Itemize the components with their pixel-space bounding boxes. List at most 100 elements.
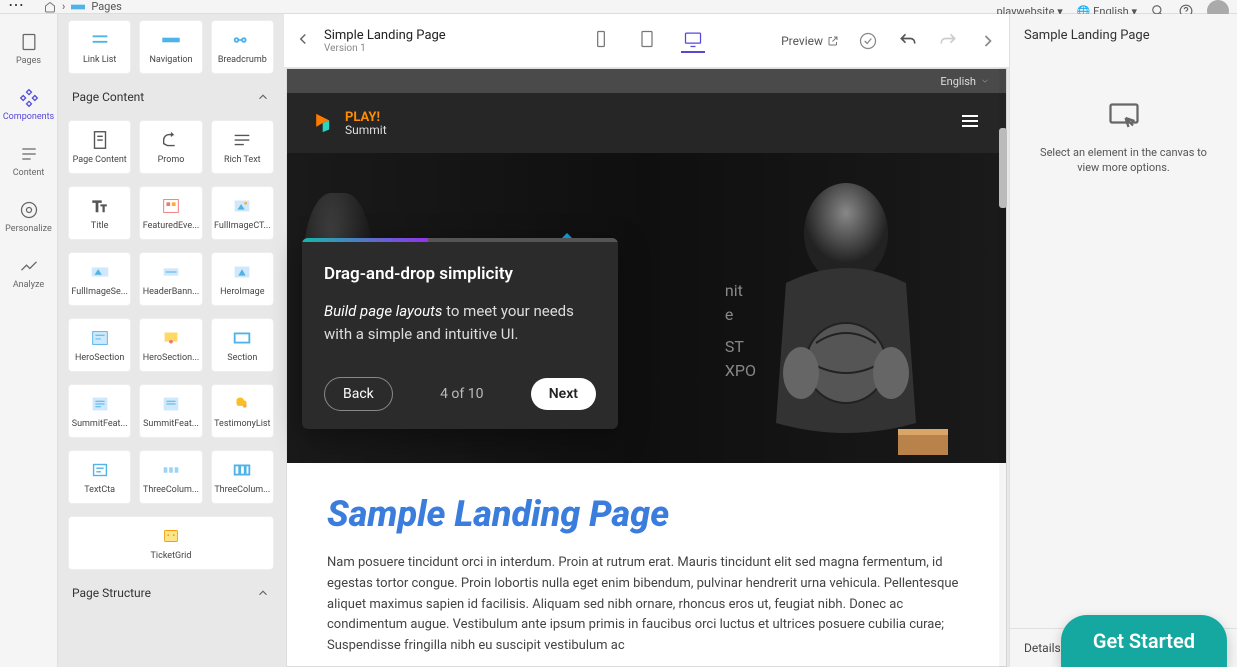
component-card[interactable]: FullImageCT... [211,186,274,240]
components-panel: Link List Navigation Breadcrumb Page Con… [58,14,284,667]
redo-button [937,30,959,52]
get-started-button[interactable]: Get Started [1061,615,1227,667]
component-icon [231,261,253,283]
component-label: Section [214,353,271,363]
component-label: HeroImage [214,287,271,297]
rail-pages[interactable]: Pages [0,32,57,66]
hero-box-icon [890,419,970,459]
component-label: ThreeColum... [214,485,271,495]
site-header: PLAY! Summit [287,93,1006,153]
body-paragraph: Nam posuere tincidunt orci in interdum. … [327,553,966,657]
canvas-scrollbar[interactable] [999,68,1007,667]
component-icon [231,393,253,415]
forward-nav-button[interactable] [977,30,999,52]
component-card[interactable]: Promo [139,120,202,174]
component-icon [89,327,111,349]
component-card[interactable]: TestimonyList [211,384,274,438]
component-card[interactable]: Rich Text [211,120,274,174]
tour-step-indicator: 4 of 10 [440,386,483,402]
rail-content[interactable]: Content [0,144,57,178]
component-label: SummitFeat... [142,419,199,429]
device-tablet[interactable] [635,29,659,53]
component-label: HeroSection... [142,353,199,363]
component-card[interactable]: SummitFeat... [68,384,131,438]
tour-progress [302,238,618,242]
component-icon [231,129,253,151]
component-card[interactable]: ThreeColum... [139,450,202,504]
component-icon [231,327,253,349]
body-heading: Sample Landing Page [327,493,966,535]
hero-athlete-image [716,163,976,453]
site-language-bar[interactable]: English [287,69,1006,93]
inspector-title: Sample Landing Page [1010,14,1237,57]
component-card[interactable]: HeroSection... [139,318,202,372]
component-label: ThreeColum... [142,485,199,495]
component-label: Rich Text [214,155,271,165]
component-card[interactable]: ThreeColum... [211,450,274,504]
page-title: Simple Landing Page [324,28,446,43]
breadcrumb[interactable]: › Pages [44,0,122,13]
inspector-hint: Select an element in the canvas to view … [1010,145,1237,176]
component-icon [89,393,111,415]
component-breadcrumb[interactable]: Breadcrumb [211,20,274,74]
component-card[interactable]: HeroImage [211,252,274,306]
section-page-content[interactable]: Page Content [58,80,284,114]
component-card[interactable]: TextCta [68,450,131,504]
component-icon [231,195,253,217]
component-navigation[interactable]: Navigation [139,20,202,74]
component-card[interactable]: FeaturedEve... [139,186,202,240]
component-icon [160,525,182,547]
rail-components[interactable]: Components [0,88,57,122]
component-icon [160,129,182,151]
component-label: FullImageSe... [71,287,128,297]
component-card[interactable]: HeaderBann... [139,252,202,306]
app-menu-icon[interactable]: ⋯ [8,0,24,10]
tour-next-button[interactable]: Next [531,378,596,410]
component-card[interactable]: Section [211,318,274,372]
home-icon [44,1,56,13]
inspector-panel: Sample Landing Page Select an element in… [1009,14,1237,667]
component-label: TextCta [71,485,128,495]
rail-personalize[interactable]: Personalize [0,200,57,234]
component-icon [160,195,182,217]
component-icon [160,393,182,415]
chevron-up-icon [256,90,270,104]
component-icon [89,261,111,283]
component-link-list[interactable]: Link List [68,20,131,74]
logo-icon [311,110,337,136]
component-icon [89,459,111,481]
tour-body: Build page layouts to meet your needs wi… [324,300,596,345]
preview-button[interactable]: Preview [781,34,839,48]
chevron-up-icon [256,586,270,600]
component-label: Page Content [71,155,128,165]
back-button[interactable] [294,30,312,52]
left-rail: Pages Components Content Personalize Ana… [0,14,58,667]
breadcrumb-label: Pages [91,0,122,13]
external-link-icon [827,35,839,47]
device-mobile[interactable] [589,29,613,53]
undo-button[interactable] [897,30,919,52]
app-top-bar: ⋯ › Pages playwebsite ▾ 🌐 English ▾ [0,0,1237,14]
component-icon: TT [89,195,111,217]
section-page-structure[interactable]: Page Structure [58,576,284,610]
component-label: FeaturedEve... [142,221,199,231]
component-card[interactable]: Page Content [68,120,131,174]
tour-title: Drag-and-drop simplicity [324,264,596,284]
rail-analyze[interactable]: Analyze [0,256,57,290]
workflow-status-icon[interactable] [857,30,879,52]
page-version: Version 1 [324,43,446,54]
component-card[interactable]: FullImageSe... [68,252,131,306]
component-label: SummitFeat... [71,419,128,429]
component-label: TestimonyList [214,419,271,429]
component-label: HeroSection [71,353,128,363]
device-desktop[interactable] [681,29,705,53]
component-card[interactable]: HeroSection [68,318,131,372]
component-card[interactable]: SummitFeat... [139,384,202,438]
page-icon [71,2,85,12]
component-card[interactable]: TTTitle [68,186,131,240]
component-label: TicketGrid [71,551,271,561]
tour-back-button[interactable]: Back [324,377,393,411]
site-logo[interactable]: PLAY! Summit [311,110,387,136]
menu-icon[interactable] [958,109,982,137]
component-card[interactable]: TicketGrid [68,516,274,570]
